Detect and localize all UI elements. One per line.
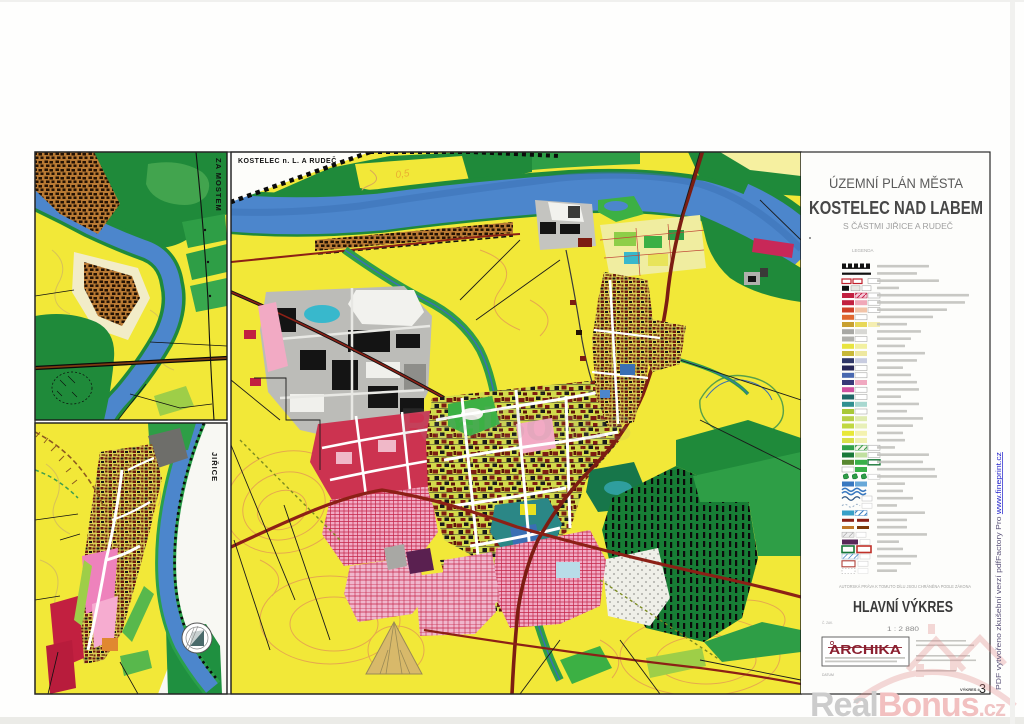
svg-text:ÚZEMNÍ PLÁN MĚSTA: ÚZEMNÍ PLÁN MĚSTA bbox=[829, 176, 963, 191]
svg-text:RealBonus: RealBonus bbox=[400, 398, 631, 450]
svg-text:KOSTELEC n. L. A RUDEČ: KOSTELEC n. L. A RUDEČ bbox=[238, 156, 337, 165]
svg-text:ARCHIKA: ARCHIKA bbox=[829, 642, 902, 657]
svg-text:PDF vytvořeno zkušební verzí p: PDF vytvořeno zkušební verzí pdfFactory … bbox=[994, 452, 1003, 690]
svg-text:KOSTELEC NAD LABEM: KOSTELEC NAD LABEM bbox=[809, 197, 983, 218]
svg-text:ZA MOSTEM: ZA MOSTEM bbox=[214, 158, 223, 212]
svg-text:LEGENDA: LEGENDA bbox=[852, 248, 874, 253]
svg-text:1 : 2 880: 1 : 2 880 bbox=[887, 626, 919, 633]
svg-text:JIŘICE: JIŘICE bbox=[210, 452, 219, 482]
svg-text:HLAVNÍ VÝKRES: HLAVNÍ VÝKRES bbox=[853, 597, 953, 616]
svg-text:AUTORSKÁ PRÁVA K TOMUTO DÍLU J: AUTORSKÁ PRÁVA K TOMUTO DÍLU JSOU CHRÁNĚ… bbox=[839, 582, 972, 589]
svg-text:DATUM: DATUM bbox=[822, 673, 834, 677]
svg-text:0,5: 0,5 bbox=[395, 168, 411, 181]
svg-text:S ČÁSTMI JIŘICE A RUDEČ: S ČÁSTMI JIŘICE A RUDEČ bbox=[843, 222, 953, 231]
svg-text:Č. ZAK.: Č. ZAK. bbox=[822, 620, 833, 625]
